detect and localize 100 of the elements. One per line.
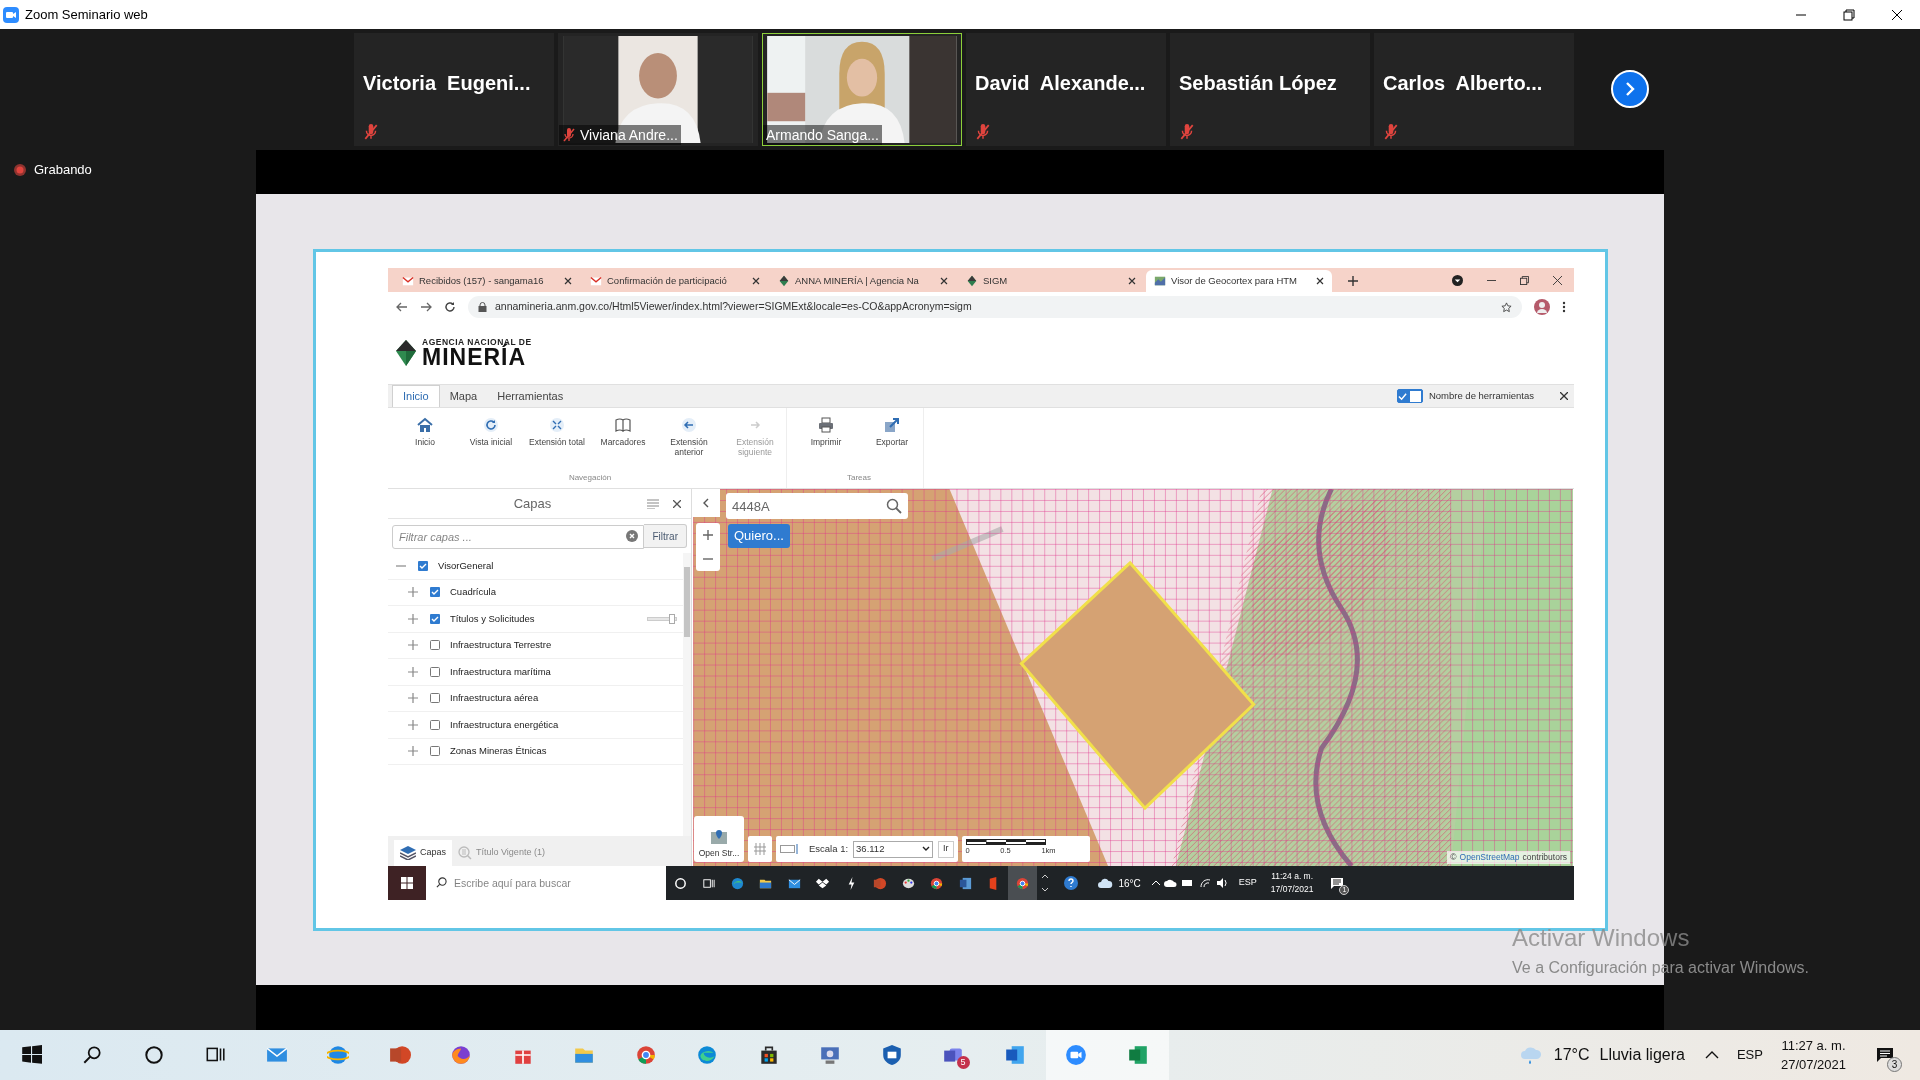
expand-icon[interactable] [408, 746, 418, 757]
close-icon[interactable] [564, 277, 572, 285]
quick-action-button[interactable]: Quiero... [728, 524, 790, 548]
attribution-link[interactable]: OpenStreetMap [1459, 851, 1520, 864]
slider-thumb[interactable] [668, 613, 675, 624]
toolbar-button[interactable]: Imprimir [795, 416, 857, 472]
checked-checkbox[interactable] [430, 613, 440, 624]
taskbar-search-field[interactable]: Escribe aquí para buscar [426, 866, 666, 900]
ruler-icon[interactable] [780, 843, 798, 855]
clock-date[interactable]: 17/07/2021 [1270, 883, 1314, 896]
toggle-switch[interactable] [1396, 389, 1423, 403]
filter-field[interactable]: Filtrar capas ... [392, 525, 645, 549]
clock-date[interactable]: 27/07/2021 [1780, 1055, 1846, 1075]
close-icon[interactable] [1316, 277, 1324, 285]
layer-name[interactable]: Infraestructura aérea [450, 691, 683, 706]
browser-tab[interactable]: ANNA MINERÍA | Agencia Na [770, 270, 956, 292]
toolbar-button[interactable]: Exportar [861, 416, 923, 472]
checkbox[interactable] [430, 640, 440, 651]
basemap-button[interactable]: Open Str... [694, 816, 744, 862]
reload-icon[interactable] [444, 301, 456, 313]
browser-tab[interactable]: Visor de Geocortex para HTM [1146, 270, 1332, 292]
participant-name: David Alexande... [975, 71, 1146, 96]
checked-checkbox[interactable] [430, 587, 440, 598]
layer-name[interactable]: Infraestructura energética [450, 717, 683, 732]
checked-checkbox[interactable] [418, 560, 428, 571]
restore-icon[interactable] [1520, 276, 1529, 285]
scale-dropdown[interactable]: 36.112 [853, 840, 934, 858]
refresh-icon [482, 416, 500, 434]
search-icon[interactable] [886, 498, 902, 514]
search-field[interactable]: 4448A [726, 493, 908, 519]
star-icon[interactable] [1501, 301, 1512, 313]
checkbox[interactable] [430, 666, 440, 677]
close-icon[interactable] [752, 277, 760, 285]
notifications-button[interactable]: 3 [1870, 1040, 1900, 1070]
expand-icon[interactable] [408, 719, 418, 730]
language-indicator[interactable]: ESP [1238, 876, 1257, 890]
toolbar-button[interactable]: Extensión total [526, 416, 588, 472]
expand-icon[interactable] [408, 640, 418, 651]
toolbar-button[interactable]: Marcadores [592, 416, 654, 472]
toolbar-button[interactable]: Vista inicial [460, 416, 522, 472]
browser-tab[interactable]: SIGM [958, 270, 1144, 292]
tab-title: SIGM [983, 273, 1009, 288]
layer-name[interactable]: Títulos y Solicitudes [450, 611, 647, 626]
clock-time[interactable]: 11:24 a. m. [1271, 870, 1314, 883]
layer-name[interactable]: Cuadrícula [450, 585, 683, 600]
forward-arrow-icon[interactable] [420, 301, 432, 313]
weather-condition[interactable]: Lluvia ligera [1599, 1043, 1685, 1067]
checkbox[interactable] [430, 719, 440, 730]
address-bar[interactable]: annamineria.anm.gov.co/Html5Viewer/index.html?viewer=SIGMExt&locale=es-CO&appAcronym=sigm [468, 296, 1522, 318]
language-indicator[interactable]: ESP [1736, 1045, 1763, 1065]
browser-tab[interactable]: Recibidos (157) - sangama16 [394, 270, 580, 292]
scrollbar[interactable] [683, 553, 691, 836]
expand-icon[interactable] [408, 587, 418, 598]
opacity-slider[interactable] [647, 616, 677, 621]
close-icon[interactable] [673, 499, 681, 508]
chrome-icon [929, 875, 945, 891]
clock-time[interactable]: 11:27 a. m. [1781, 1035, 1846, 1055]
attribution-text: contributors [1522, 851, 1567, 864]
ribbon-tab[interactable]: Mapa [439, 385, 488, 407]
layer-name[interactable]: VisorGeneral [438, 558, 683, 573]
start-button[interactable] [388, 866, 426, 900]
avatar-icon[interactable] [1534, 299, 1550, 315]
close-icon[interactable] [1891, 8, 1903, 21]
back-arrow-icon[interactable] [396, 301, 408, 313]
layer-name[interactable]: Zonas Mineras Étnicas [450, 744, 683, 759]
new-tab-icon[interactable] [1348, 276, 1358, 286]
expand-icon[interactable] [408, 666, 418, 677]
chevron-up-icon[interactable] [1704, 1051, 1719, 1059]
layer-name[interactable]: Infraestructura Terrestre [450, 638, 683, 653]
checkbox[interactable] [430, 693, 440, 704]
expand-icon[interactable] [408, 693, 418, 704]
temperature[interactable]: 17°C [1553, 1043, 1590, 1067]
restore-icon[interactable] [1843, 8, 1855, 21]
help-icon[interactable] [1062, 875, 1079, 891]
participant-name: Carlos Alberto... [1383, 71, 1543, 96]
toolbar-button[interactable]: Inicio [394, 416, 456, 472]
temperature: 16°C [1118, 876, 1141, 891]
filter-button[interactable]: Filtrar [644, 524, 687, 548]
expand-icon[interactable] [408, 613, 418, 624]
close-icon[interactable] [940, 277, 948, 285]
close-icon[interactable] [1560, 392, 1568, 400]
group-label: Tareas [846, 472, 872, 484]
export-icon [883, 416, 901, 434]
ribbon-tab[interactable]: Inicio [392, 385, 440, 407]
go-button[interactable]: Ir [938, 840, 954, 858]
browser-tab[interactable]: Confirmación de participació [582, 270, 768, 292]
url-text: annamineria.anm.gov.co/Html5Viewer/index.html?viewer=SIGMExt&locale=es-CO&appAcronym=sigm [495, 299, 973, 315]
next-page-button[interactable] [1611, 70, 1649, 108]
close-icon[interactable] [1553, 276, 1562, 285]
scroll-arrows-icon[interactable] [1040, 872, 1049, 894]
more-menu-icon[interactable] [1562, 301, 1566, 313]
toolbar-button[interactable]: Extensión anterior [658, 416, 720, 472]
dropdown-icon[interactable] [1452, 275, 1463, 286]
panel-tab[interactable]: Capas [394, 840, 452, 866]
clear-icon[interactable] [626, 530, 639, 542]
layer-name[interactable]: Infraestructura marítima [450, 664, 683, 679]
close-icon[interactable] [1128, 277, 1136, 285]
ribbon-tab[interactable]: Herramientas [487, 385, 574, 407]
taskbar-app-button[interactable]: 5 [922, 1030, 984, 1080]
checkbox[interactable] [430, 746, 440, 757]
